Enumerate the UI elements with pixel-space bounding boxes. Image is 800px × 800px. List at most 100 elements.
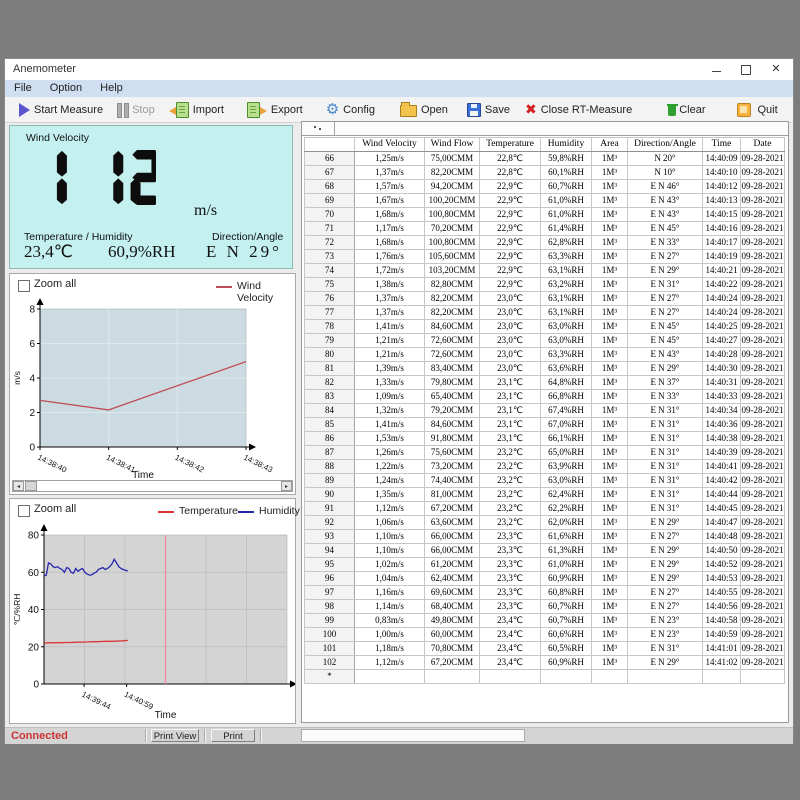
row-header-cell[interactable]: 82	[305, 376, 355, 390]
table-cell[interactable]: 1,37m/s	[355, 292, 425, 306]
table-cell[interactable]: 14:40:12	[703, 180, 741, 194]
table-row[interactable]: 731,76m/s105,60CMM22,9℃63,3%RH1M³E N 27°…	[305, 250, 785, 264]
table-cell[interactable]: 1,37m/s	[355, 306, 425, 320]
table-cell[interactable]: 63,0%RH	[541, 320, 592, 334]
table-cell[interactable]: 67,0%RH	[541, 418, 592, 432]
table-cell[interactable]: 63,2%RH	[541, 278, 592, 292]
table-cell[interactable]: 60,7%RH	[541, 180, 592, 194]
table-cell[interactable]: 1M³	[592, 628, 628, 642]
table-cell[interactable]: 09-28-2021	[741, 348, 785, 362]
table-cell[interactable]: 09-28-2021	[741, 194, 785, 208]
table-cell[interactable]: E N 31°	[628, 460, 703, 474]
table-cell[interactable]: E N 29°	[628, 362, 703, 376]
table-cell[interactable]: 1M³	[592, 334, 628, 348]
table-cell[interactable]: 09-28-2021	[741, 460, 785, 474]
table-cell[interactable]: 1M³	[592, 222, 628, 236]
table-cell[interactable]: 14:40:45	[703, 502, 741, 516]
table-cell[interactable]: 84,60CMM	[425, 418, 480, 432]
table-row[interactable]: 981,14m/s68,40CMM23,3℃60,7%RH1M³E N 27°1…	[305, 600, 785, 614]
start-measure-button[interactable]: Start Measure	[19, 99, 103, 121]
table-cell[interactable]: 09-28-2021	[741, 432, 785, 446]
table-cell[interactable]: 09-28-2021	[741, 418, 785, 432]
table-row[interactable]: 851,41m/s84,60CMM23,1℃67,0%RH1M³E N 31°1…	[305, 418, 785, 432]
row-header-cell[interactable]: 102	[305, 656, 355, 670]
table-cell[interactable]: 1,35m/s	[355, 488, 425, 502]
table-cell[interactable]: 67,20CMM	[425, 656, 480, 670]
row-header-cell[interactable]: 84	[305, 404, 355, 418]
table-cell[interactable]: E N 31°	[628, 642, 703, 656]
table-cell[interactable]: 1M³	[592, 194, 628, 208]
table-cell[interactable]	[480, 670, 541, 684]
table-cell[interactable]: E N 31°	[628, 278, 703, 292]
table-cell[interactable]: 22,8℃	[480, 166, 541, 180]
table-cell[interactable]: 1,02m/s	[355, 558, 425, 572]
table-row[interactable]: 921,06m/s63,60CMM23,2℃62,0%RH1M³E N 29°1…	[305, 516, 785, 530]
table-cell[interactable]	[355, 670, 425, 684]
table-cell[interactable]: 1,57m/s	[355, 180, 425, 194]
table-row[interactable]: 861,53m/s91,80CMM23,1℃66,1%RH1M³E N 31°1…	[305, 432, 785, 446]
row-header-cell[interactable]: 88	[305, 460, 355, 474]
close-button[interactable]: ✕	[761, 59, 791, 80]
table-cell[interactable]: 1M³	[592, 376, 628, 390]
table-cell[interactable]: 66,00CMM	[425, 544, 480, 558]
table-cell[interactable]: 14:40:42	[703, 474, 741, 488]
table-cell[interactable]: E N 27°	[628, 530, 703, 544]
table-cell[interactable]: 22,9℃	[480, 194, 541, 208]
table-cell[interactable]: 1,37m/s	[355, 166, 425, 180]
table-cell[interactable]: 1M³	[592, 474, 628, 488]
table-cell[interactable]: E N 31°	[628, 446, 703, 460]
table-cell[interactable]: 14:40:15	[703, 208, 741, 222]
table-cell[interactable]: 14:41:01	[703, 642, 741, 656]
row-header-cell[interactable]: 95	[305, 558, 355, 572]
row-header-cell[interactable]: 96	[305, 572, 355, 586]
table-cell[interactable]: 23,2℃	[480, 446, 541, 460]
table-cell[interactable]: 14:40:56	[703, 600, 741, 614]
table-cell[interactable]: 09-28-2021	[741, 558, 785, 572]
table-cell[interactable]: E N 31°	[628, 488, 703, 502]
table-cell[interactable]: 1,21m/s	[355, 348, 425, 362]
row-header-cell[interactable]: 79	[305, 334, 355, 348]
table-cell[interactable]: 23,1℃	[480, 418, 541, 432]
minimize-button[interactable]	[701, 59, 731, 80]
close-rt-measure-button[interactable]: ✖ Close RT-Measure	[525, 99, 632, 121]
table-cell[interactable]: 1,68m/s	[355, 208, 425, 222]
table-cell[interactable]: 23,0℃	[480, 348, 541, 362]
table-cell[interactable]: 62,0%RH	[541, 516, 592, 530]
table-cell[interactable]: 09-28-2021	[741, 516, 785, 530]
table-cell[interactable]: 1M³	[592, 348, 628, 362]
table-cell[interactable]: E N 33°	[628, 390, 703, 404]
table-cell[interactable]: 1,06m/s	[355, 516, 425, 530]
table-cell[interactable]: 14:40:52	[703, 558, 741, 572]
table-cell[interactable]: 1M³	[592, 586, 628, 600]
table-cell[interactable]: E N 31°	[628, 502, 703, 516]
table-cell[interactable]: E N 31°	[628, 404, 703, 418]
table-cell[interactable]: 1,32m/s	[355, 404, 425, 418]
table-cell[interactable]: 23,1℃	[480, 376, 541, 390]
table-cell[interactable]: 1,00m/s	[355, 628, 425, 642]
table-cell[interactable]: 72,60CMM	[425, 348, 480, 362]
chart1-hscrollbar[interactable]: ◂ ▸	[12, 480, 293, 492]
table-cell[interactable]: 1,33m/s	[355, 376, 425, 390]
table-cell[interactable]: 1M³	[592, 404, 628, 418]
print-view-button[interactable]: Print View	[151, 729, 199, 742]
scrollbar-thumb[interactable]	[25, 481, 37, 491]
table-cell[interactable]: 23,3℃	[480, 544, 541, 558]
table-cell[interactable]: 22,8℃	[480, 152, 541, 166]
scroll-left-arrow-icon[interactable]: ◂	[13, 481, 24, 491]
table-cell[interactable]: 70,20CMM	[425, 222, 480, 236]
table-cell[interactable]: E N 29°	[628, 656, 703, 670]
table-cell[interactable]: E N 31°	[628, 474, 703, 488]
table-row[interactable]: 990,83m/s49,80CMM23,4℃60,7%RH1M³E N 23°1…	[305, 614, 785, 628]
table-cell[interactable]: 23,4℃	[480, 642, 541, 656]
table-cell[interactable]: 82,80CMM	[425, 278, 480, 292]
table-cell[interactable]: 1M³	[592, 460, 628, 474]
table-cell[interactable]: 1M³	[592, 152, 628, 166]
table-cell[interactable]: E N 43°	[628, 208, 703, 222]
quit-button[interactable]: Quit	[737, 99, 778, 121]
table-cell[interactable]: 14:40:22	[703, 278, 741, 292]
table-row[interactable]: 761,37m/s82,20CMM23,0℃63,1%RH1M³E N 27°1…	[305, 292, 785, 306]
table-row[interactable]: 961,04m/s62,40CMM23,3℃60,9%RH1M³E N 29°1…	[305, 572, 785, 586]
table-cell[interactable]: 1M³	[592, 306, 628, 320]
table-cell[interactable]: 1M³	[592, 572, 628, 586]
table-cell[interactable]: 14:40:17	[703, 236, 741, 250]
